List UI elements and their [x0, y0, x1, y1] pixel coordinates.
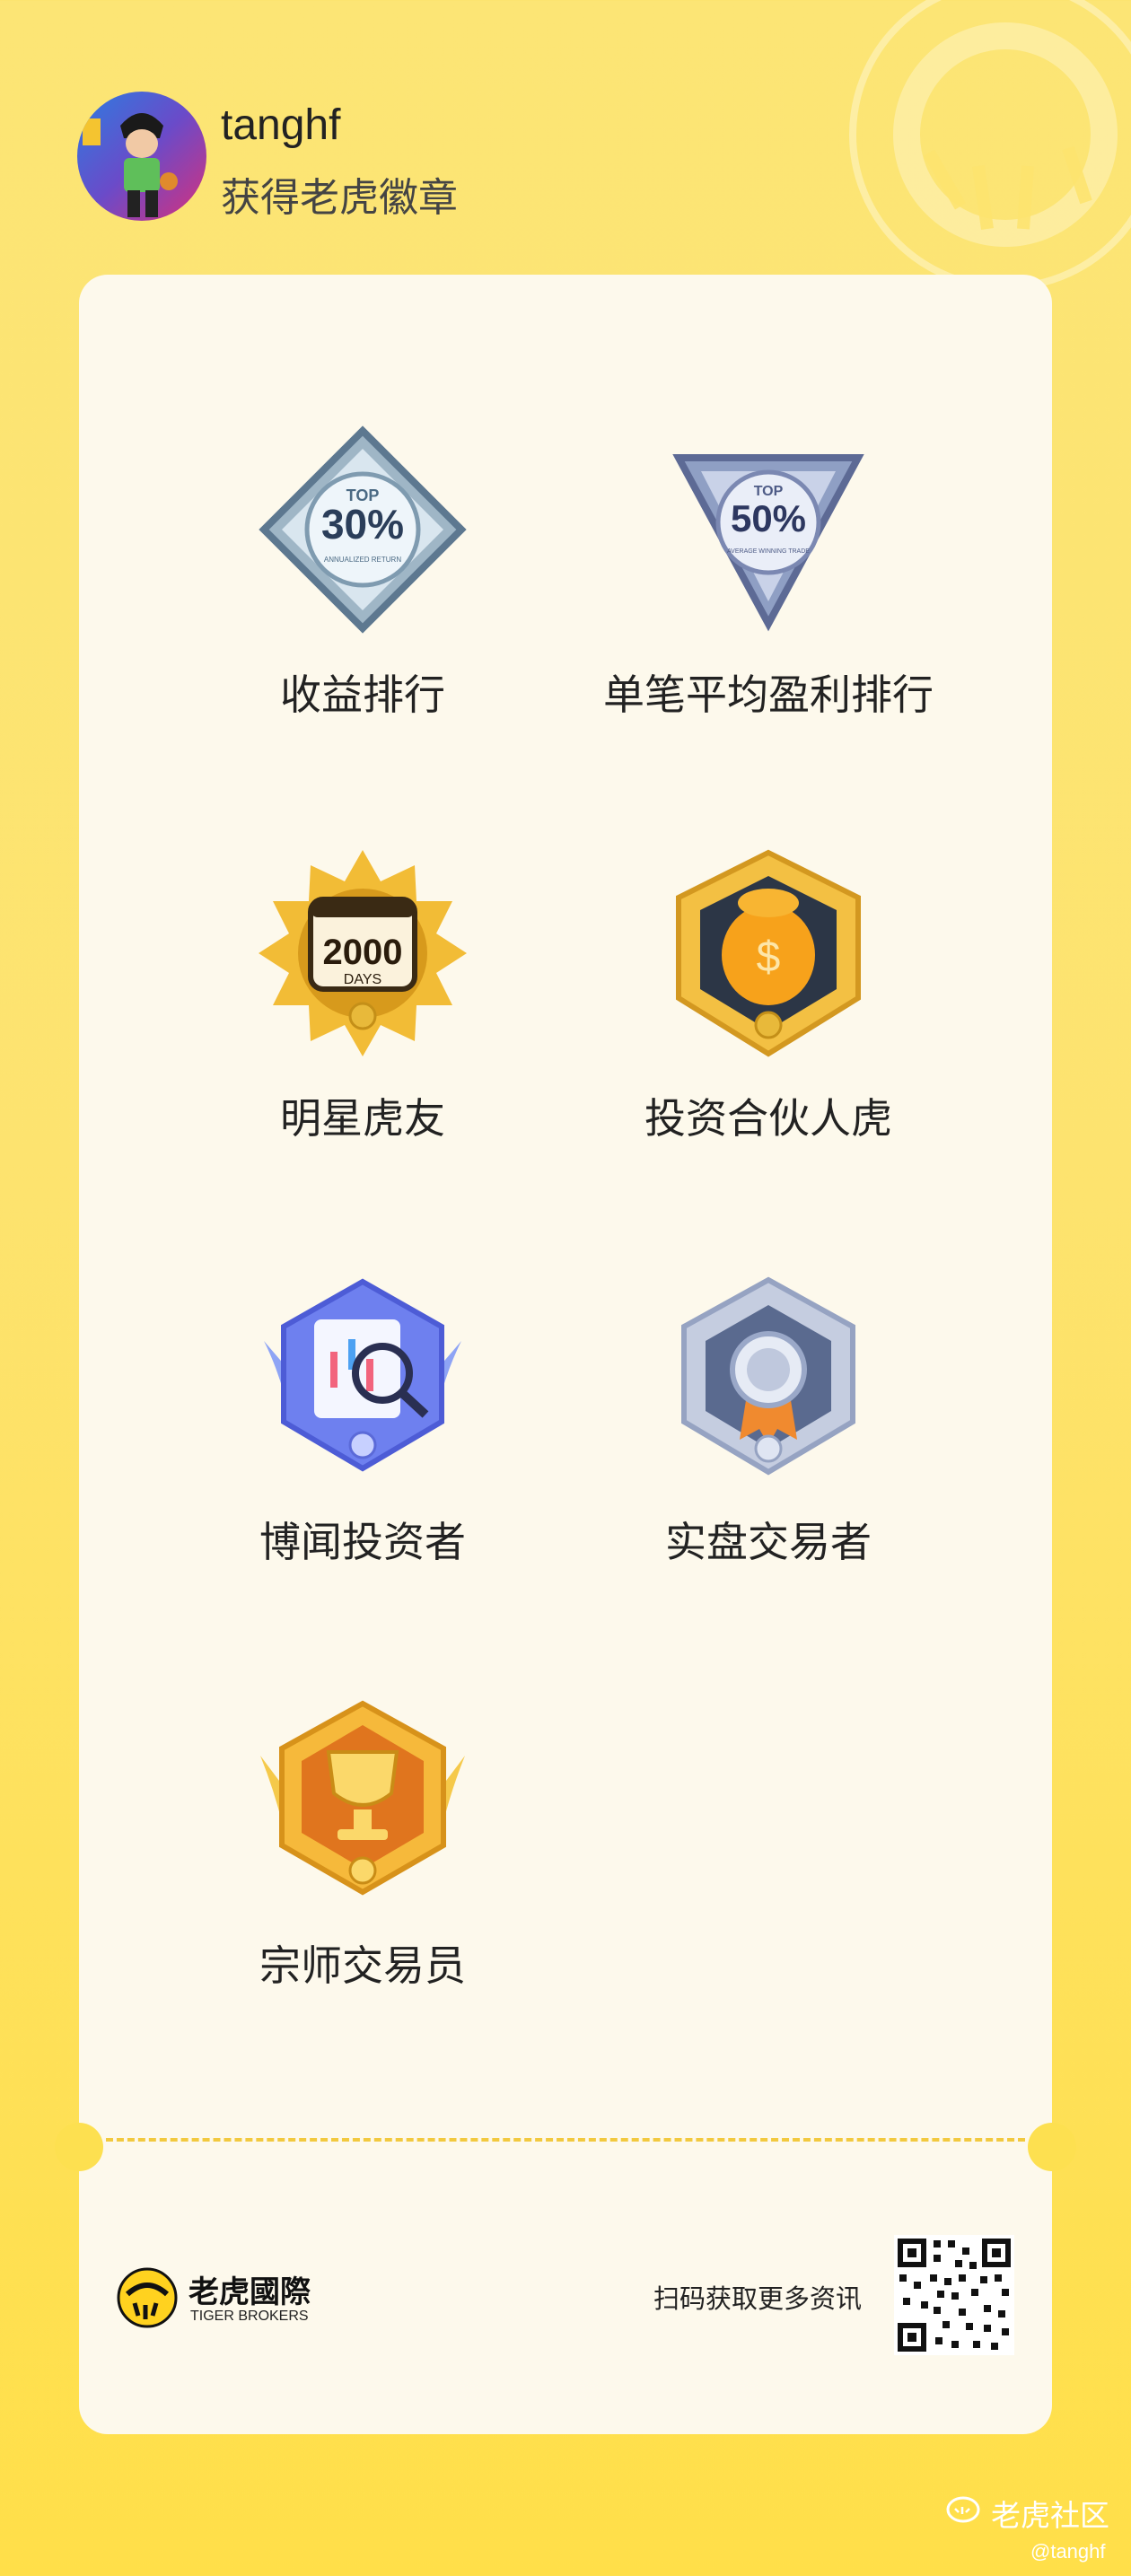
dashed-divider	[106, 2138, 1025, 2142]
community-logo-icon	[946, 2496, 980, 2523]
card-notch-left	[55, 2123, 103, 2171]
2000-days-badge-icon: 2000 DAYS	[259, 850, 467, 1056]
watermark: @tanghf	[1030, 2540, 1106, 2563]
top-30-percent-badge-icon: TOP 30% ANNUALIZED RETURN	[259, 425, 467, 634]
badge-name: 宗师交易员	[259, 1941, 466, 1990]
badge-item[interactable]: 博闻投资者	[156, 1269, 569, 1569]
badge-caption: DAYS	[344, 972, 381, 987]
badge-value-label: 30%	[321, 501, 404, 548]
logo-english-name: TIGER BROKERS	[190, 2309, 309, 2324]
badge-item[interactable]: TOP 50% AVERAGE WINNING TRADE 单笔平均盈利排行	[562, 422, 975, 722]
magnifier-chart-badge-icon	[264, 1278, 461, 1472]
profile-header: tanghf 获得老虎徽章	[77, 92, 706, 226]
gold-trophy-badge-icon	[260, 1700, 465, 1896]
badge-name: 收益排行	[280, 670, 445, 719]
money-bag-tiger-badge-icon: $	[676, 849, 861, 1057]
badge-item[interactable]: $ 投资合伙人虎	[562, 846, 975, 1145]
header-subtitle: 获得老虎徽章	[221, 175, 458, 221]
badge-caption: ANNUALIZED RETURN	[324, 556, 401, 564]
badge-value-label: 50%	[731, 497, 806, 539]
username: tanghf	[221, 101, 341, 149]
badge-item[interactable]: 宗师交易员	[156, 1693, 569, 1993]
badge-item[interactable]: 实盘交易者	[562, 1269, 975, 1569]
badge-name: 博闻投资者	[259, 1518, 466, 1566]
top-50-percent-badge-icon: TOP 50% AVERAGE WINNING TRADE	[672, 454, 864, 632]
badge-item[interactable]: TOP 30% ANNUALIZED RETURN 收益排行	[156, 422, 569, 722]
badge-name: 明星虎友	[280, 1094, 445, 1143]
badge-caption: AVERAGE WINNING TRADE	[727, 548, 810, 555]
scan-prompt-text: 扫码获取更多资讯	[653, 2283, 863, 2314]
community-label: 老虎社区	[991, 2498, 1109, 2533]
badge-name: 实盘交易者	[665, 1518, 872, 1566]
svg-text:$: $	[757, 933, 781, 981]
avatar[interactable]	[77, 92, 206, 221]
tiger-logo-icon	[117, 2267, 178, 2328]
silver-medal-badge-icon	[681, 1276, 855, 1476]
avatar-icon	[77, 92, 206, 221]
badge-item[interactable]: 2000 DAYS 明星虎友	[156, 846, 569, 1145]
qr-code[interactable]	[894, 2235, 1014, 2355]
card-notch-right	[1028, 2123, 1076, 2171]
badge-name: 单笔平均盈利排行	[603, 670, 934, 719]
tiger-stripe-decoration	[849, 0, 1131, 291]
logo-chinese-name: 老虎國際	[188, 2274, 311, 2310]
badge-name: 投资合伙人虎	[644, 1094, 892, 1143]
badge-value-label: 2000	[323, 933, 403, 972]
